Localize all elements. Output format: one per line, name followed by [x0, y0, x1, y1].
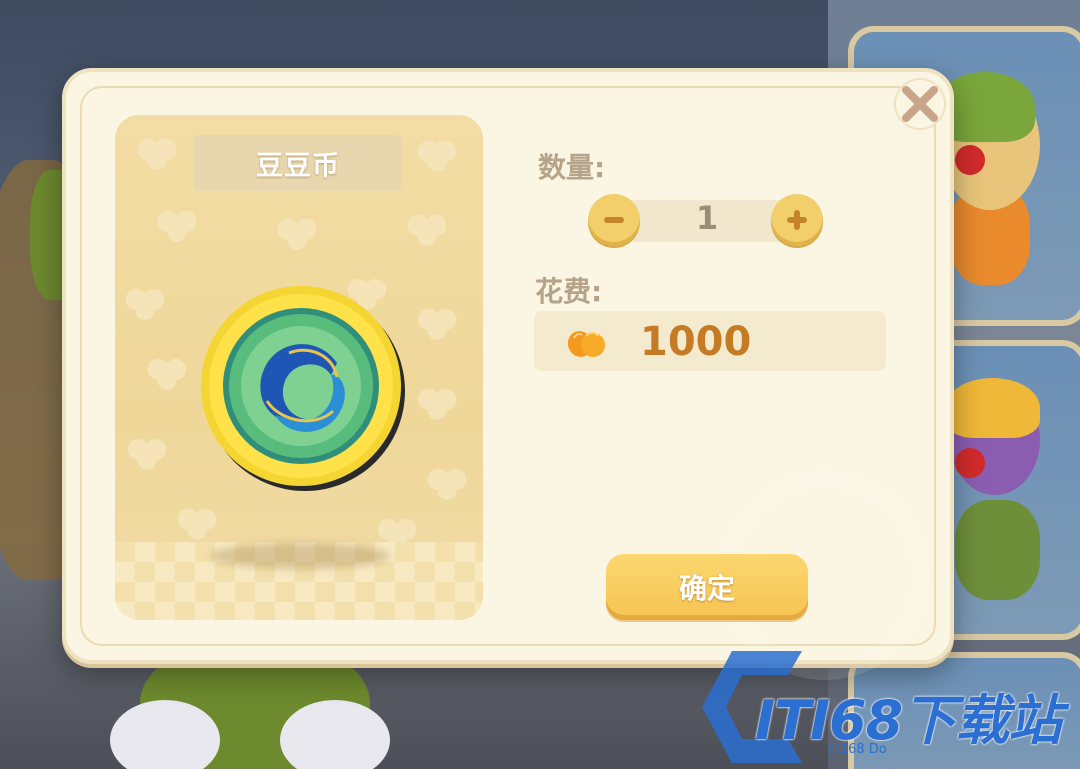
item-shadow: [210, 543, 390, 569]
player-character: [280, 700, 390, 769]
confirm-button[interactable]: 确定: [606, 554, 808, 620]
quantity-value[interactable]: 1: [676, 196, 738, 240]
character-figure: [955, 500, 1040, 600]
character-figure: [955, 145, 985, 175]
tangerine-icon: [567, 331, 605, 357]
minus-icon: [604, 217, 624, 223]
cost-value: 1000: [640, 319, 752, 365]
watermark-text: ITI68下载站: [755, 689, 1062, 752]
item-name: 豆豆币: [256, 150, 340, 182]
character-figure: [955, 448, 985, 478]
quantity-label: 数量:: [538, 151, 606, 184]
cost-label: 花费:: [535, 275, 603, 308]
close-button[interactable]: [887, 74, 953, 134]
close-icon: [894, 78, 946, 130]
watermark-subtext: IT168 Do: [828, 742, 887, 757]
item-name-plate: 豆豆币: [194, 135, 402, 191]
plus-icon: [787, 210, 807, 230]
confirm-label: 确定: [678, 572, 735, 605]
item-preview-panel: 豆豆币: [115, 115, 483, 620]
coin-icon: [201, 286, 405, 491]
character-figure: [945, 378, 1040, 438]
decrease-button[interactable]: [588, 194, 640, 246]
increase-button[interactable]: [771, 194, 823, 246]
